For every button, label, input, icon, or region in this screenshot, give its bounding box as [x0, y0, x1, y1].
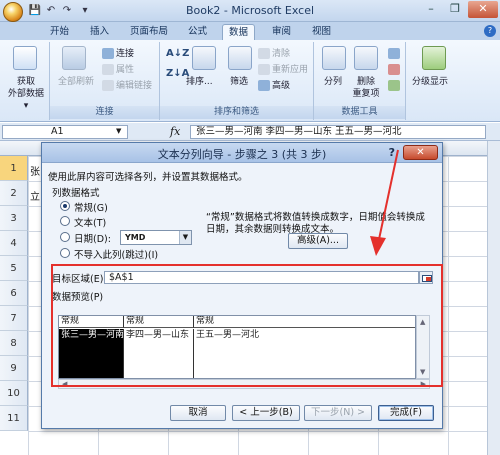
row-header[interactable]: 4 [0, 231, 28, 256]
cancel-button[interactable]: 取消 [170, 405, 226, 421]
properties-button[interactable]: 属性 [102, 64, 134, 76]
restore-button[interactable]: ❐ [444, 1, 466, 18]
tab-home[interactable]: 开始 [44, 24, 75, 40]
edit-links-icon [102, 80, 114, 91]
radio-general[interactable] [60, 201, 70, 211]
back-button[interactable]: < 上一步(B) [232, 405, 300, 421]
row-header[interactable]: 8 [0, 331, 28, 356]
refresh-all-button[interactable]: 全部刷新 [56, 76, 96, 88]
radio-text[interactable] [60, 216, 70, 226]
dialog-close-button[interactable]: ✕ [403, 145, 438, 160]
clear-icon [258, 48, 270, 59]
ribbon: 获取 外部数据▾ 全部刷新 连接 属性 编辑链接 连接 A↓Z Z↓A 排序..… [0, 40, 500, 122]
connections-group-label: 连接 [50, 106, 159, 119]
group-data-tools: 分列 删除 重复项 数据工具 [314, 42, 406, 120]
finish-button[interactable]: 完成(F) [378, 405, 434, 421]
consolidate-icon[interactable] [388, 64, 402, 76]
tab-view[interactable]: 视图 [306, 24, 337, 40]
reapply-icon [258, 64, 270, 75]
formula-input[interactable]: 张三—男—河南 李四—男—山东 王五—男—河北 [190, 125, 486, 139]
remove-duplicates-button[interactable]: 删除 重复项 [350, 76, 382, 100]
name-box-dropdown-icon[interactable]: ▼ [116, 127, 121, 135]
formula-bar: A1 ▼ fx 张三—男—河南 李四—男—山东 王五—男—河北 [0, 123, 500, 141]
dialog-title-bar: 文本分列向导 - 步骤之 3 (共 3 步) ? ✕ [42, 143, 442, 163]
outline-button[interactable]: 分级显示 [412, 76, 448, 88]
get-external-data-button[interactable]: 获取 外部数据▾ [8, 76, 44, 112]
outline-icon [422, 46, 446, 70]
date-format-select[interactable]: YMD ▼ [120, 230, 192, 245]
sort-ascending-icon[interactable]: A↓Z [166, 48, 189, 60]
sort-button[interactable]: 排序... [186, 76, 213, 88]
row-header[interactable]: 5 [0, 256, 28, 281]
dialog-help-button[interactable]: ? [389, 146, 395, 159]
row-header[interactable]: 2 [0, 181, 28, 206]
row-header[interactable]: 9 [0, 356, 28, 381]
radio-date-label[interactable]: 日期(D): [74, 231, 111, 245]
row-header[interactable]: 3 [0, 206, 28, 231]
group-outline: 分级显示 [406, 42, 464, 120]
get-external-data-icon [13, 46, 37, 70]
dialog-instruction: 使用此屏内容可选择各列，并设置其数据格式。 [48, 172, 248, 183]
properties-icon [102, 64, 114, 75]
connections-icon [102, 48, 114, 59]
title-bar: 💾 ↶ ↷ ▾ Book2 - Microsoft Excel – ❐ ✕ [0, 0, 500, 22]
chevron-down-icon[interactable]: ▼ [179, 231, 191, 244]
refresh-all-icon [62, 46, 86, 70]
advanced-filter-button[interactable]: 高级 [258, 80, 290, 92]
cell-a2[interactable]: 立 [30, 188, 40, 203]
group-connections: 全部刷新 连接 属性 编辑链接 连接 [50, 42, 160, 120]
clear-button[interactable]: 清除 [258, 48, 290, 60]
text-to-columns-icon [322, 46, 346, 70]
sheet-vertical-scrollbar[interactable] [487, 141, 500, 455]
next-button[interactable]: 下一步(N) > [304, 405, 372, 421]
text-to-columns-button[interactable]: 分列 [324, 76, 342, 88]
tab-formulas[interactable]: 公式 [182, 24, 213, 40]
cell-a1[interactable]: 张 [30, 163, 40, 178]
insert-function-button[interactable]: fx [170, 125, 180, 138]
radio-skip-column[interactable] [60, 248, 70, 258]
connections-button[interactable]: 连接 [102, 48, 134, 60]
data-tools-group-label: 数据工具 [314, 106, 405, 119]
edit-links-button[interactable]: 编辑链接 [102, 80, 152, 92]
dialog-title: 文本分列向导 - 步骤之 3 (共 3 步) [157, 148, 327, 161]
row-header[interactable]: 1 [0, 156, 28, 181]
tab-data[interactable]: 数据 [222, 24, 256, 40]
tab-page-layout[interactable]: 页面布局 [124, 24, 174, 40]
group-get-external-data: 获取 外部数据▾ [0, 42, 50, 120]
radio-date[interactable] [60, 232, 70, 242]
column-format-label: 列数据格式 [52, 188, 100, 199]
row-header[interactable]: 6 [0, 281, 28, 306]
help-icon[interactable]: ? [484, 25, 496, 37]
row-header[interactable]: 11 [0, 406, 28, 431]
radio-text-label[interactable]: 文本(T) [74, 215, 106, 229]
filter-icon [228, 46, 252, 70]
tab-review[interactable]: 审阅 [266, 24, 297, 40]
advanced-button[interactable]: 高级(A)... [288, 233, 348, 249]
what-if-analysis-icon[interactable] [388, 80, 402, 92]
sort-icon [192, 46, 216, 70]
radio-skip-column-label[interactable]: 不导入此列(跳过)(I) [74, 247, 158, 261]
remove-duplicates-icon [354, 46, 378, 70]
sort-filter-group-label: 排序和筛选 [160, 106, 313, 119]
minimize-button[interactable]: – [420, 1, 442, 18]
highlight-box [51, 264, 443, 387]
advanced-filter-icon [258, 80, 270, 91]
close-button[interactable]: ✕ [468, 1, 498, 18]
tab-insert[interactable]: 插入 [84, 24, 115, 40]
radio-general-label[interactable]: 常规(G) [74, 200, 108, 214]
reapply-button[interactable]: 重新应用 [258, 64, 308, 76]
data-validation-icon[interactable] [388, 48, 402, 60]
row-header[interactable]: 7 [0, 306, 28, 331]
ribbon-tabs: 开始 插入 页面布局 公式 数据 审阅 视图 ? [0, 22, 500, 40]
filter-button[interactable]: 筛选 [230, 76, 248, 88]
name-box[interactable]: A1 [2, 125, 128, 139]
row-header[interactable]: 10 [0, 381, 28, 406]
group-sort-filter: A↓Z Z↓A 排序... 筛选 清除 重新应用 高级 排序和筛选 [160, 42, 314, 120]
